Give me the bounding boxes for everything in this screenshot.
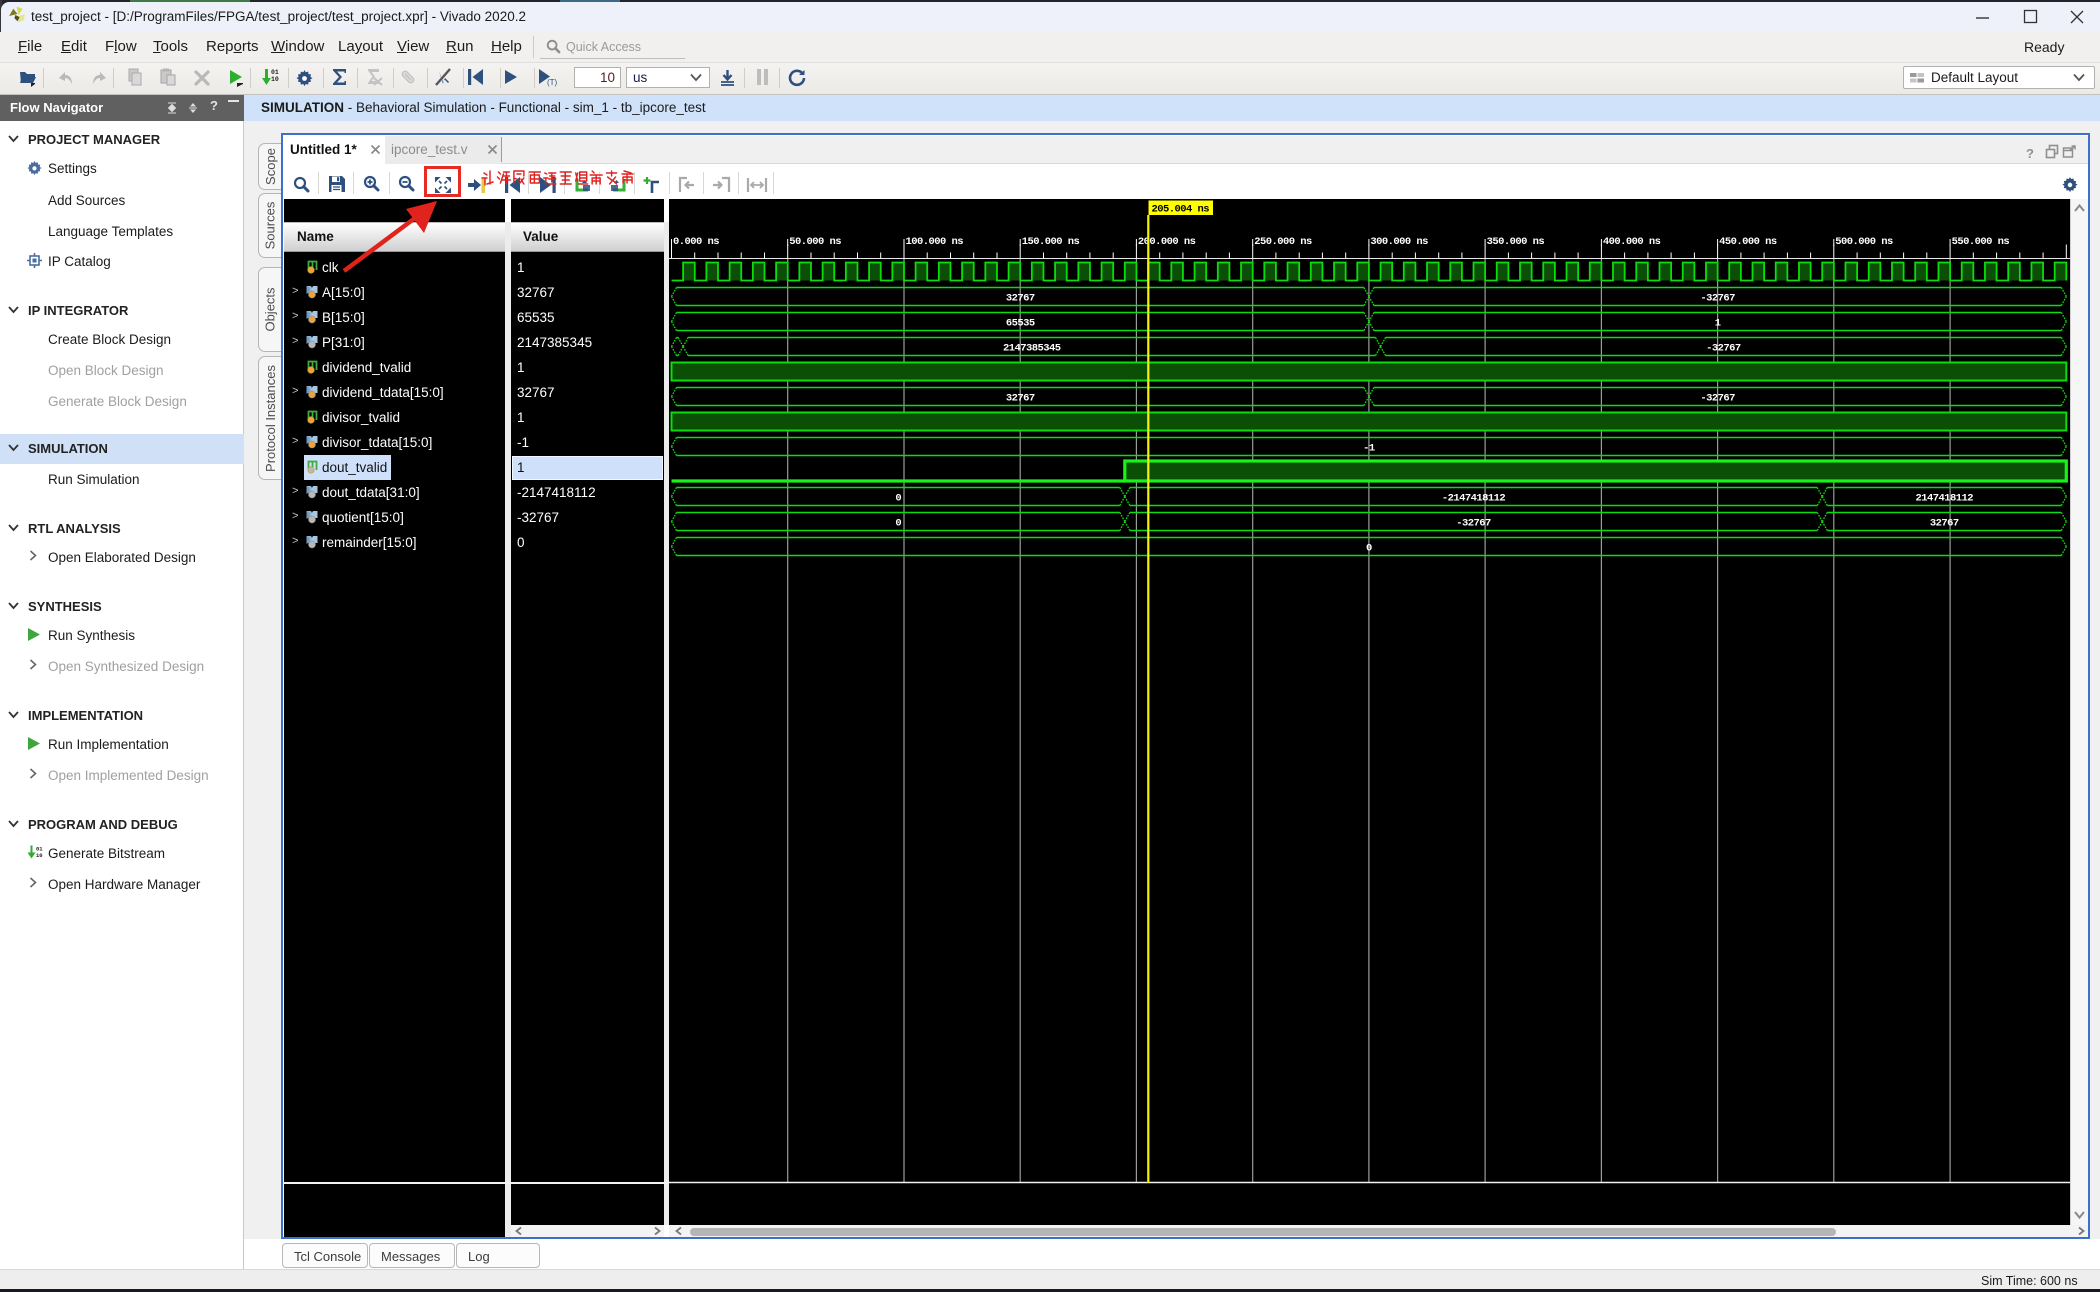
svg-text:0: 0 [895, 493, 901, 505]
svg-text:300.000 ns: 300.000 ns [1370, 236, 1428, 248]
svg-text:200.000 ns: 200.000 ns [1138, 236, 1196, 248]
svg-text:0: 0 [1366, 543, 1372, 555]
svg-text:-32767: -32767 [1700, 393, 1735, 405]
svg-text:500.000 ns: 500.000 ns [1835, 236, 1893, 248]
svg-text:32767: 32767 [1006, 293, 1035, 305]
svg-text:400.000 ns: 400.000 ns [1603, 236, 1661, 248]
svg-text:-1: -1 [1363, 443, 1375, 455]
svg-text:100.000 ns: 100.000 ns [906, 236, 964, 248]
svg-text:205.004 ns: 205.004 ns [1152, 204, 1210, 216]
svg-text:1: 1 [1715, 318, 1721, 330]
svg-text:0.000 ns: 0.000 ns [673, 236, 719, 248]
svg-text:-32767: -32767 [1456, 518, 1491, 530]
svg-text:10: 10 [36, 852, 43, 859]
svg-text:-32767: -32767 [1700, 293, 1735, 305]
svg-text:10: 10 [271, 76, 279, 83]
svg-text:2147418112: 2147418112 [1916, 493, 1974, 505]
svg-text:-32767: -32767 [1706, 343, 1741, 355]
svg-text:(T): (T) [547, 78, 558, 87]
svg-text:01: 01 [271, 69, 279, 76]
svg-text:32767: 32767 [1006, 393, 1035, 405]
svg-text:-2147418112: -2147418112 [1442, 493, 1506, 505]
svg-text:150.000 ns: 150.000 ns [1022, 236, 1080, 248]
svg-text:0: 0 [895, 518, 901, 530]
svg-text:65535: 65535 [1006, 318, 1035, 330]
svg-text:32767: 32767 [1930, 518, 1959, 530]
svg-text:2147385345: 2147385345 [1003, 343, 1061, 355]
svg-text:50.000 ns: 50.000 ns [789, 236, 841, 248]
svg-text:450.000 ns: 450.000 ns [1719, 236, 1777, 248]
svg-text:250.000 ns: 250.000 ns [1254, 236, 1312, 248]
svg-text:550.000 ns: 550.000 ns [1952, 236, 2010, 248]
svg-text:350.000 ns: 350.000 ns [1487, 236, 1545, 248]
